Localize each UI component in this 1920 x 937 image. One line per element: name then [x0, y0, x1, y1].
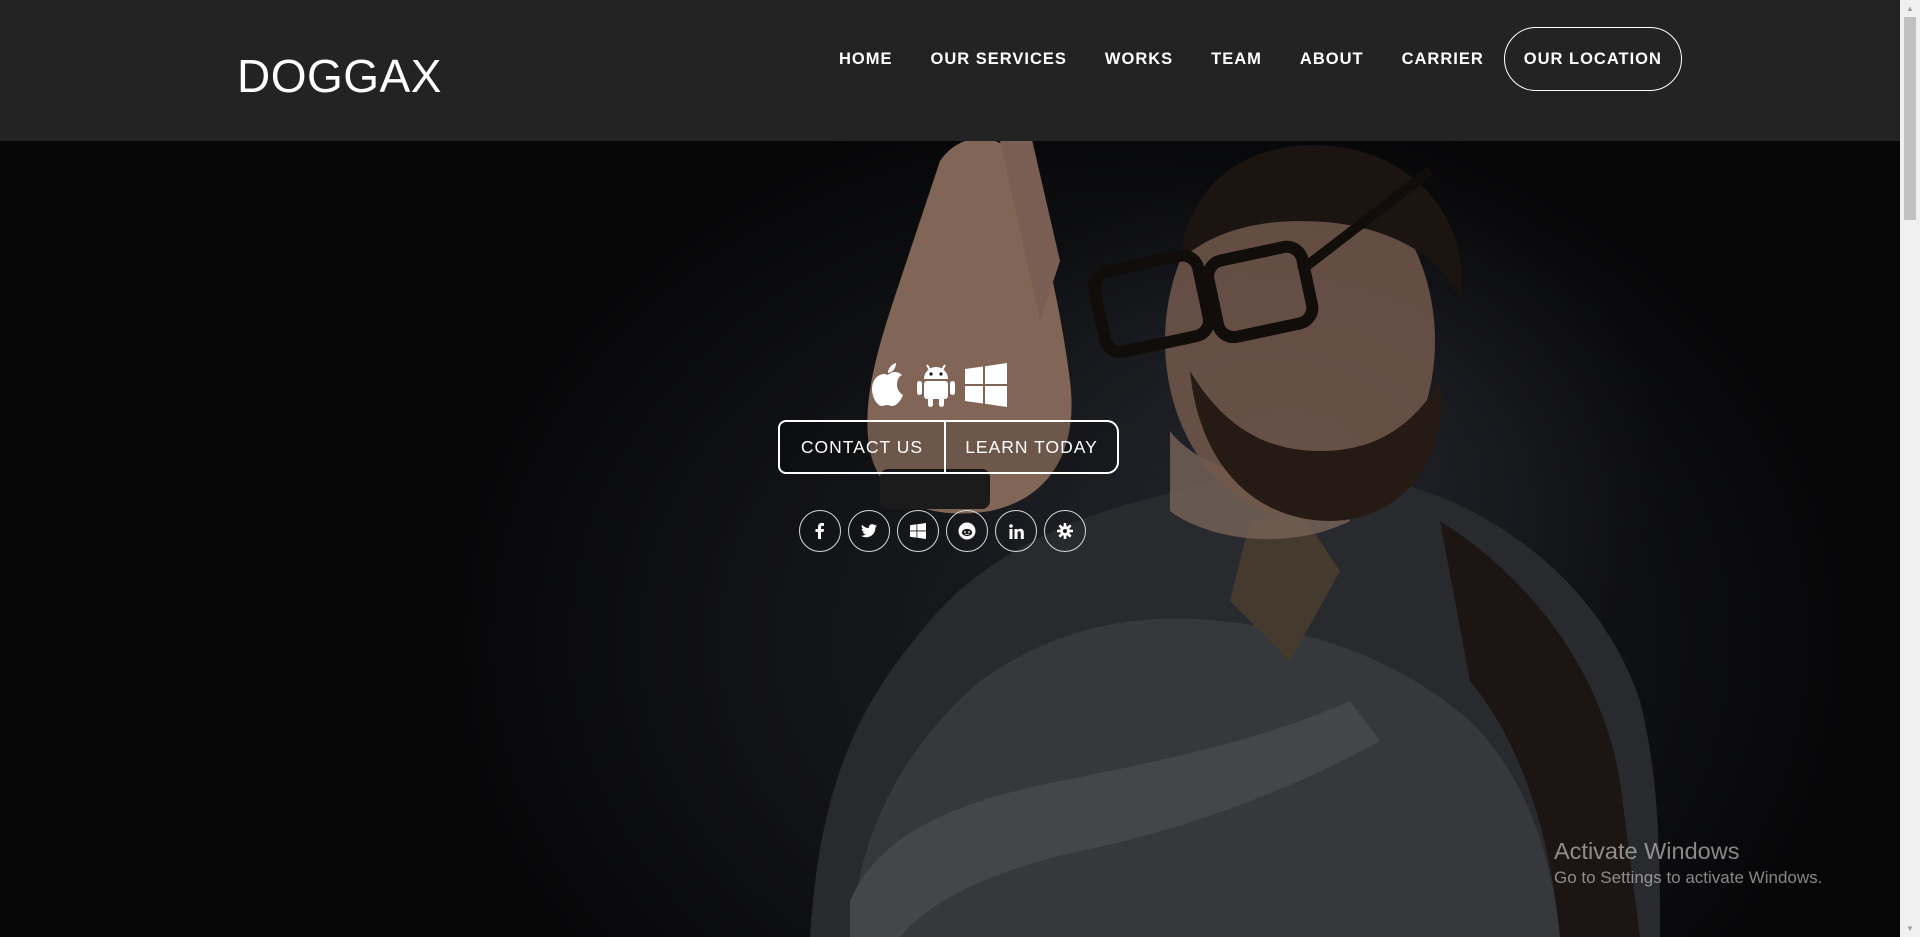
windows-activation-watermark: Activate Windows Go to Settings to activ… [1554, 836, 1822, 890]
site-header: DOGGAX HOME OUR SERVICES WORKS TEAM ABOU… [0, 0, 1900, 141]
learn-today-button[interactable]: LEARN TODAY [946, 420, 1119, 474]
nav-carrier[interactable]: CARRIER [1402, 50, 1484, 69]
nav-team[interactable]: TEAM [1211, 50, 1262, 69]
twitter-icon[interactable] [848, 510, 890, 552]
apple-icon [872, 363, 903, 406]
main-nav: HOME OUR SERVICES WORKS TEAM ABOUT CARRI… [820, 27, 1682, 91]
nav-about[interactable]: ABOUT [1300, 50, 1364, 69]
scroll-thumb[interactable] [1904, 17, 1916, 220]
platform-icons [868, 363, 1008, 407]
android-icon [917, 364, 955, 407]
our-location-button[interactable]: OUR LOCATION [1503, 27, 1682, 91]
nav-works[interactable]: WORKS [1105, 50, 1173, 69]
vertical-scrollbar[interactable]: ▲ ▼ [1900, 0, 1920, 937]
windows-icon [965, 363, 1007, 407]
scroll-up-arrow-icon[interactable]: ▲ [1900, 0, 1920, 17]
nav-our-services[interactable]: OUR SERVICES [931, 50, 1067, 69]
hero-section: CONTACT US LEARN TODAY Activate Windows … [0, 141, 1900, 937]
social-links [799, 510, 1086, 552]
watermark-title: Activate Windows [1554, 838, 1740, 864]
watermark-subtitle: Go to Settings to activate Windows. [1554, 868, 1823, 887]
reddit-icon[interactable] [946, 510, 988, 552]
facebook-icon[interactable] [799, 510, 841, 552]
hero-button-group: CONTACT US LEARN TODAY [778, 420, 1119, 474]
contact-us-button[interactable]: CONTACT US [778, 420, 946, 474]
gear-icon[interactable] [1044, 510, 1086, 552]
scroll-down-arrow-icon[interactable]: ▼ [1900, 920, 1920, 937]
nav-home[interactable]: HOME [839, 50, 893, 69]
windows-icon[interactable] [897, 510, 939, 552]
linkedin-icon[interactable] [995, 510, 1037, 552]
site-logo[interactable]: DOGGAX [237, 48, 442, 104]
page: DOGGAX HOME OUR SERVICES WORKS TEAM ABOU… [0, 0, 1920, 937]
